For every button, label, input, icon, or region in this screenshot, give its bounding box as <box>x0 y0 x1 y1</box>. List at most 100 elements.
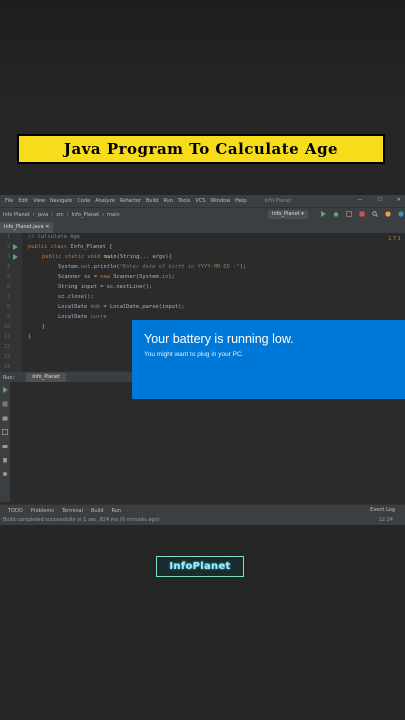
run-console[interactable] <box>10 382 405 502</box>
menu-analyze[interactable]: Analyze <box>95 198 115 204</box>
code-token: LocalDate <box>58 304 91 310</box>
line-number: 11 <box>3 334 10 340</box>
breadcrumb-src[interactable]: src <box>56 212 63 218</box>
line-number: 14 <box>3 364 10 370</box>
run-window-tab[interactable]: Run <box>112 508 122 514</box>
code-line-4: System.out.println("Enter date of birth … <box>58 264 246 270</box>
line-number: 10 <box>3 324 10 330</box>
window-controls: — ☐ ✕ <box>352 197 401 203</box>
line-number: 5 <box>6 274 10 280</box>
battery-notification[interactable]: Your battery is running low. You might w… <box>132 320 405 399</box>
menu-view[interactable]: View <box>33 198 45 204</box>
code-token: public static void <box>42 254 104 260</box>
code-token: parse <box>142 304 159 310</box>
rerun-icon[interactable] <box>2 387 8 393</box>
breadcrumb-java[interactable]: java <box>38 212 48 218</box>
menu-bar: File Edit View Navigate Code Analyze Ref… <box>0 195 405 207</box>
status-bar: Build completed successfully in 1 sec, 8… <box>0 515 405 525</box>
notification-title: Your battery is running low. <box>144 332 294 346</box>
build-tab[interactable]: Build <box>91 508 104 514</box>
code-token: (String... args){ <box>116 254 172 260</box>
coverage-icon[interactable] <box>346 211 352 217</box>
code-line-3: public static void main(String... args){ <box>42 254 172 260</box>
trash-icon[interactable] <box>2 457 8 463</box>
breadcrumb-separator: › <box>66 212 69 218</box>
code-token: "Enter date of birth in YYYY-MM-DD :" <box>119 264 240 270</box>
menu-refactor[interactable]: Refactor <box>120 198 141 204</box>
maximize-icon[interactable]: ☐ <box>377 197 381 203</box>
run-icon[interactable] <box>320 211 326 217</box>
menu-vcs[interactable]: VCS <box>195 198 205 204</box>
navigation-bar: Info Planet › java › src › Info_Planet ›… <box>0 207 405 222</box>
stop-icon[interactable] <box>359 211 365 217</box>
menu-build[interactable]: Build <box>146 198 159 204</box>
code-token: = LocalDate. <box>100 304 143 310</box>
code-token: public class <box>28 244 71 250</box>
code-token: ); <box>168 274 175 280</box>
menu-window[interactable]: Window <box>210 198 230 204</box>
menu-edit[interactable]: Edit <box>18 198 28 204</box>
debug-icon[interactable] <box>333 211 339 217</box>
code-line-8: LocalDate dob = LocalDate.parse(input); <box>58 304 185 310</box>
updates-icon[interactable] <box>398 211 404 217</box>
plugin-icon[interactable] <box>385 211 391 217</box>
close-icon[interactable]: ✕ <box>397 197 401 203</box>
line-number: 13 <box>3 354 10 360</box>
status-message: Build completed successfully in 1 sec, 8… <box>3 517 160 523</box>
minimize-icon[interactable]: — <box>357 197 362 203</box>
line-number: 7 <box>6 294 10 300</box>
line-number: 8 <box>6 304 10 310</box>
menu-run[interactable]: Run <box>163 198 173 204</box>
code-token: Scanner(System. <box>113 274 162 280</box>
breadcrumb-separator: › <box>51 212 54 218</box>
tab-label: Info_Planet.java <box>4 224 44 230</box>
warnings-indicator[interactable]: 1 7 1 <box>388 236 401 242</box>
run-tab[interactable]: Info_Planet <box>26 373 66 382</box>
event-log-tab[interactable]: Event Log <box>370 507 395 513</box>
code-token: Info_Planet { <box>70 244 113 250</box>
code-token: main <box>103 254 117 260</box>
layout-icon[interactable] <box>2 429 8 435</box>
stop-icon[interactable] <box>2 401 8 407</box>
line-number: 1 <box>6 234 10 240</box>
breadcrumb-separator: › <box>102 212 105 218</box>
line-number: 3 <box>6 254 10 260</box>
camera-icon[interactable] <box>2 415 8 421</box>
menu-tools[interactable]: Tools <box>178 198 190 204</box>
breadcrumb-method[interactable]: main <box>107 212 120 218</box>
breadcrumb-class[interactable]: Info_Planet <box>72 212 100 218</box>
line-number: 9 <box>6 314 10 320</box>
run-config-label: Info_Planet <box>272 211 300 217</box>
code-token: (input); <box>158 304 185 310</box>
blurred-background-top <box>0 0 405 110</box>
code-token: out <box>80 264 91 270</box>
menu-help[interactable]: Help <box>235 198 246 204</box>
terminal-tab[interactable]: Terminal <box>62 508 83 514</box>
print-icon[interactable] <box>2 443 8 449</box>
todo-tab[interactable]: TODO <box>8 508 23 514</box>
pin-icon[interactable] <box>2 471 8 477</box>
line-number: 12 <box>3 344 10 350</box>
code-token: System. <box>58 264 81 270</box>
menu-code[interactable]: Code <box>77 198 90 204</box>
run-config-dropdown[interactable]: Info_Planet ▾ <box>268 210 308 219</box>
code-token: curre <box>90 314 107 320</box>
toolbar-icons <box>320 211 404 217</box>
run-gutter-icon[interactable] <box>12 244 18 250</box>
run-gutter-icon[interactable] <box>12 254 18 260</box>
code-line-10: } <box>42 324 46 330</box>
line-number: 4 <box>6 264 10 270</box>
search-icon[interactable] <box>372 211 378 217</box>
code-line-9: LocalDate curre <box>58 314 107 320</box>
breadcrumb-project[interactable]: Info Planet <box>3 212 30 218</box>
problems-tab[interactable]: Problems <box>31 508 54 514</box>
breadcrumb-separator: › <box>32 212 35 218</box>
line-number-gutter: 1 2 3 4 5 6 7 8 9 10 11 12 13 14 <box>0 233 22 371</box>
run-label: Run: <box>3 374 15 381</box>
code-line-11: } <box>28 334 32 340</box>
line-number: 6 <box>6 284 10 290</box>
menu-file[interactable]: File <box>5 198 13 204</box>
code-token: Scanner sc = <box>58 274 101 280</box>
menu-navigate[interactable]: Navigate <box>50 198 72 204</box>
code-line-6: String input = sc.nextLine(); <box>58 284 153 290</box>
